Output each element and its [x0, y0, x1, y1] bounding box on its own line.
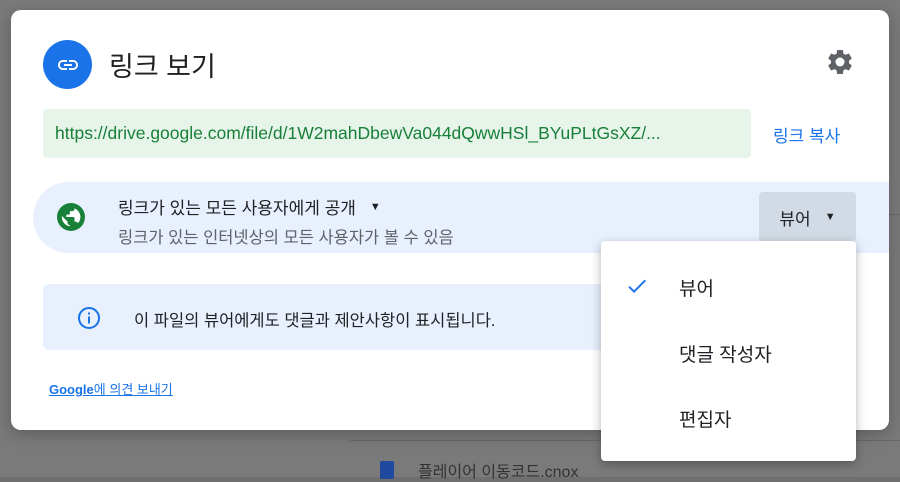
- caret-down-icon: ▼: [369, 200, 381, 213]
- gear-icon[interactable]: [825, 47, 855, 77]
- caret-down-icon: ▼: [824, 211, 836, 223]
- dialog-header: 링크 보기: [43, 40, 216, 89]
- check-icon: [628, 279, 646, 293]
- menu-item-label: 뷰어: [679, 279, 714, 300]
- dialog-title: 링크 보기: [109, 52, 216, 82]
- link-url-field[interactable]: https://drive.google.com/file/d/1W2mahDb…: [43, 109, 751, 158]
- menu-item-label: 댓글 작성자: [679, 345, 772, 366]
- doc-icon: [380, 461, 394, 479]
- role-dropdown-button[interactable]: 뷰어 ▼: [759, 192, 856, 242]
- globe-icon: [57, 203, 85, 231]
- background-file-row: 플레이어 이동코드.cnox: [380, 458, 578, 482]
- feedback-brand: Google: [49, 382, 94, 397]
- link-icon: [43, 40, 92, 89]
- access-level-dropdown[interactable]: 링크가 있는 모든 사용자에게 공개 ▼: [118, 194, 381, 219]
- menu-item-editor[interactable]: 편집자: [601, 392, 856, 442]
- access-level-label: 링크가 있는 모든 사용자에게 공개: [118, 199, 356, 218]
- access-description: 링크가 있는 인터넷상의 모든 사용자가 볼 수 있음: [118, 229, 454, 247]
- menu-item-commenter[interactable]: 댓글 작성자: [601, 327, 856, 377]
- feedback-text: 에 의견 보내기: [93, 382, 173, 397]
- background-file-name: 플레이어 이동코드.cnox: [418, 464, 579, 481]
- send-feedback-link[interactable]: Google에 의견 보내기: [49, 379, 173, 398]
- info-text: 이 파일의 뷰어에게도 댓글과 제안사항이 표시됩니다.: [134, 312, 496, 330]
- info-icon: [78, 307, 100, 329]
- menu-item-label: 편집자: [679, 410, 732, 431]
- copy-link-button[interactable]: 링크 복사: [773, 122, 840, 147]
- role-label: 뷰어: [779, 209, 811, 229]
- info-banner: 이 파일의 뷰어에게도 댓글과 제안사항이 표시됩니다.: [43, 284, 643, 350]
- menu-item-viewer[interactable]: 뷰어: [601, 261, 856, 311]
- link-url-text: https://drive.google.com/file/d/1W2mahDb…: [55, 123, 661, 143]
- role-menu: 뷰어 댓글 작성자 편집자: [601, 241, 856, 461]
